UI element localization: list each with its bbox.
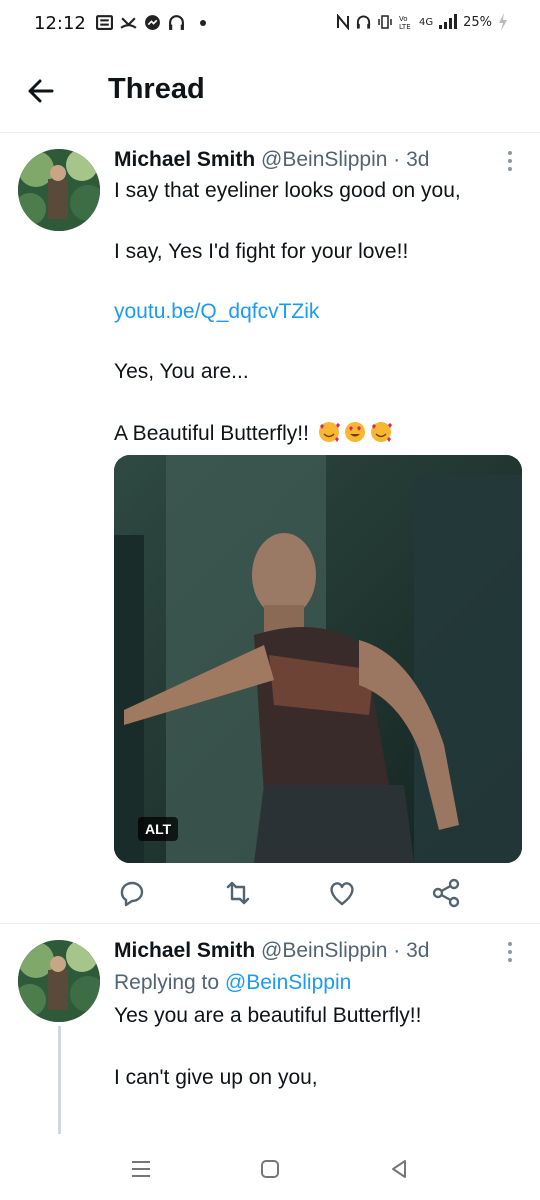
- author-name[interactable]: Michael Smith: [114, 148, 255, 171]
- recent-apps-icon[interactable]: [128, 1156, 154, 1182]
- replying-to: Replying to @BeinSlippin: [114, 971, 351, 995]
- alt-badge[interactable]: ALT: [138, 817, 179, 841]
- author-name[interactable]: Michael Smith: [114, 939, 255, 962]
- heart-eyes-icon: [344, 422, 365, 442]
- more-notifications-dot: [200, 19, 206, 26]
- signal-icon: [439, 14, 458, 29]
- system-icons: Vo LTE 4G 25%: [336, 13, 508, 31]
- back-arrow-icon[interactable]: [24, 74, 58, 108]
- system-nav-bar: [0, 1134, 540, 1200]
- tweet-text-line: I can't give up on you,: [114, 1066, 318, 1089]
- notification-icons: [96, 14, 206, 31]
- more-options-icon[interactable]: [506, 942, 514, 962]
- more-options-icon[interactable]: [506, 151, 514, 171]
- smiling-face-with-hearts-icon: [318, 422, 340, 442]
- app-bar: Thread: [0, 48, 540, 133]
- replying-to-label: Replying to: [114, 971, 220, 994]
- tweet-text-line-with-emoji: A Beautiful Butterfly!!: [114, 420, 393, 446]
- battery-percent: 25%: [463, 14, 492, 30]
- news-icon: [96, 15, 113, 30]
- messenger-icon: [145, 15, 160, 30]
- thread-connector-line: [58, 1026, 61, 1136]
- tweet-actions: [114, 875, 524, 911]
- back-icon[interactable]: [386, 1156, 412, 1182]
- tweet-header: Michael Smith @BeinSlippin · 3d: [114, 148, 429, 172]
- svg-text:Vo: Vo: [399, 15, 408, 23]
- avatar[interactable]: [18, 149, 100, 231]
- tweet[interactable]: Michael Smith @BeinSlippin · 3d Replying…: [0, 924, 540, 1136]
- smiling-face-with-hearts-icon: [370, 422, 392, 442]
- separator: ·: [393, 148, 401, 171]
- author-handle[interactable]: @BeinSlippin: [261, 939, 387, 962]
- tweet-text-line: I say that eyeliner looks good on you,: [114, 179, 461, 202]
- like-heart-icon[interactable]: [324, 875, 360, 911]
- tweet-text-line: Yes, You are...: [114, 360, 249, 383]
- tweet-time[interactable]: 3d: [406, 148, 429, 171]
- status-time: 12:12: [34, 13, 86, 34]
- replying-to-handle[interactable]: @BeinSlippin: [225, 971, 351, 994]
- reply-icon[interactable]: [114, 875, 150, 911]
- share-icon[interactable]: [428, 875, 464, 911]
- volte-icon: VoLTE: [399, 15, 411, 30]
- avatar[interactable]: [18, 940, 100, 1022]
- tweet-header: Michael Smith @BeinSlippin · 3d: [114, 939, 429, 963]
- status-bar: 12:12 Vo LTE 4G 25%: [0, 0, 540, 48]
- headset-icon: [356, 15, 371, 29]
- battery-charging-icon: [499, 13, 507, 31]
- author-handle[interactable]: @BeinSlippin: [261, 148, 387, 171]
- network-type: 4G: [418, 16, 434, 28]
- headphones-icon: [169, 15, 184, 30]
- tweet-link[interactable]: youtu.be/Q_dqfcvTZik: [114, 300, 319, 324]
- page-title: Thread: [108, 73, 205, 105]
- tweet-text-line: Yes you are a beautiful Butterfly!!: [114, 1004, 422, 1027]
- vibrate-icon: [378, 15, 392, 29]
- tweet-media-gif[interactable]: ALT: [114, 455, 522, 863]
- retweet-icon[interactable]: [220, 875, 256, 911]
- tweet-time[interactable]: 3d: [406, 939, 429, 962]
- missed-call-icon: [120, 17, 137, 29]
- home-icon[interactable]: [257, 1156, 283, 1182]
- media-image: [114, 455, 522, 863]
- tweet-text: A Beautiful Butterfly!!: [114, 422, 309, 445]
- tweet[interactable]: Michael Smith @BeinSlippin · 3d I say th…: [0, 133, 540, 924]
- svg-text:LTE: LTE: [399, 23, 411, 30]
- tweet-text-line: I say, Yes I'd fight for your love!!: [114, 240, 409, 263]
- separator: ·: [393, 939, 401, 962]
- nfc-icon: [336, 14, 349, 30]
